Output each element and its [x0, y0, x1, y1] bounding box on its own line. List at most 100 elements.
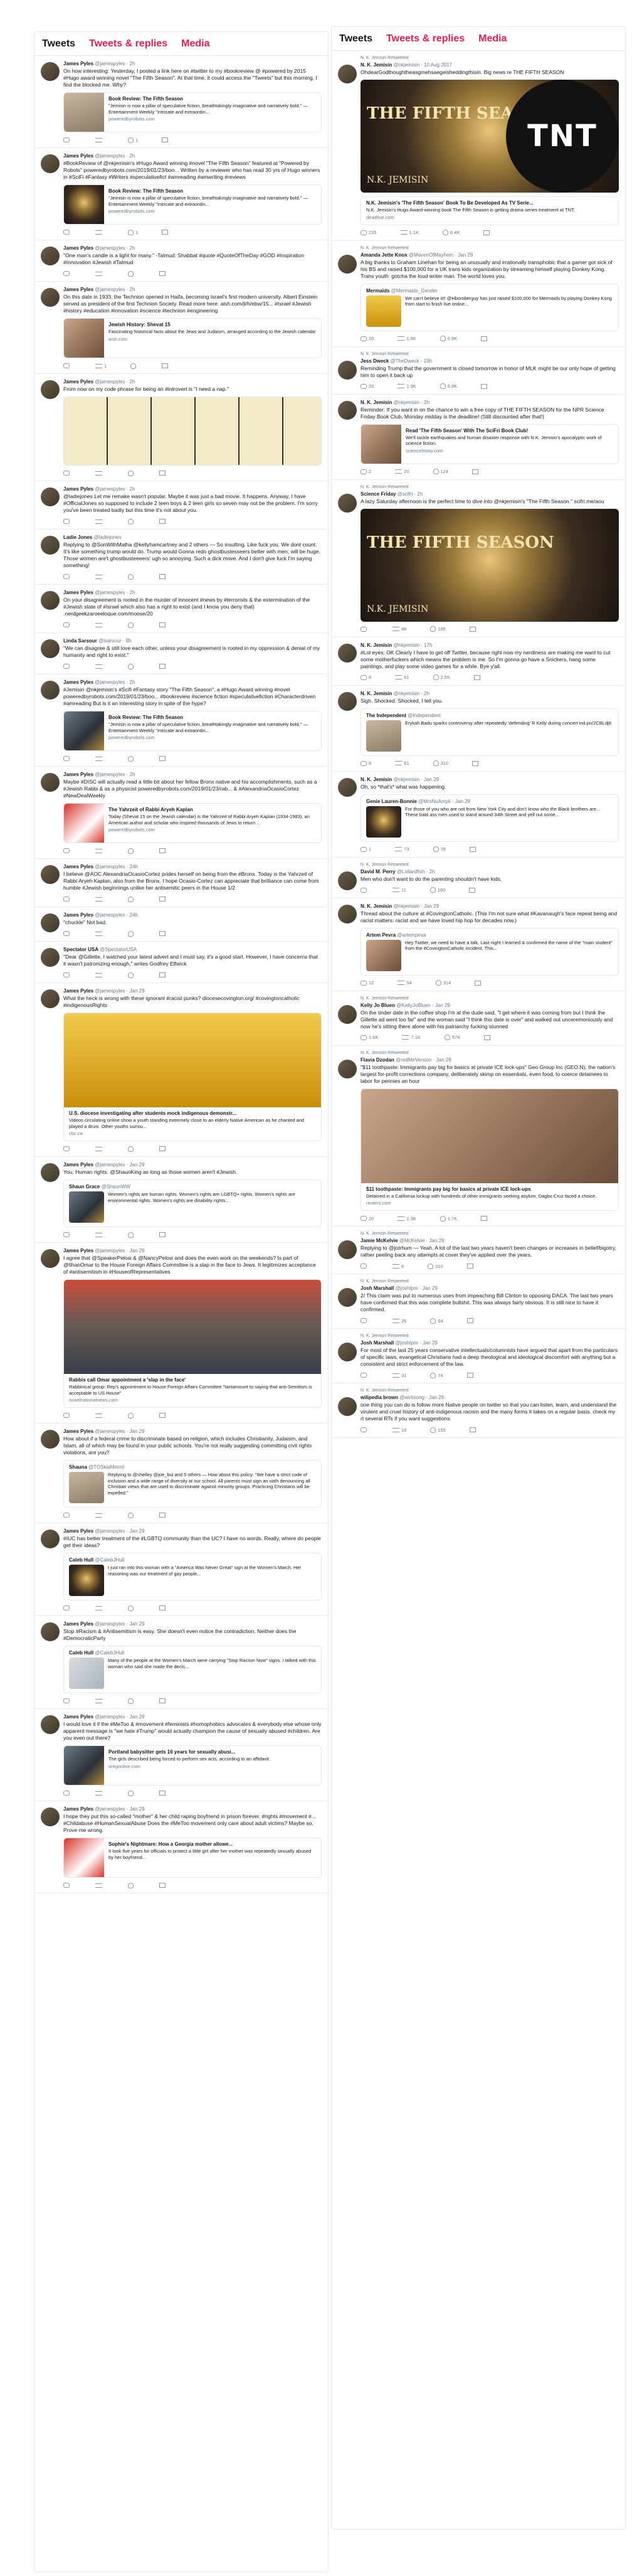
- share-button[interactable]: [159, 471, 167, 476]
- author-handle[interactable]: @nkjemisin · 17h: [393, 642, 432, 648]
- author-name[interactable]: Josh Marshall: [361, 1340, 394, 1346]
- retweet-button[interactable]: [95, 1698, 104, 1703]
- retweet-button[interactable]: 73: [395, 846, 409, 852]
- avatar[interactable]: [41, 380, 60, 399]
- avatar[interactable]: [41, 591, 60, 610]
- reply-button[interactable]: [63, 137, 71, 142]
- like-button[interactable]: 160: [429, 887, 445, 893]
- author-name[interactable]: Linda Sarsour: [63, 638, 97, 644]
- author-handle[interactable]: @jamespyles · Jan 29: [95, 1429, 144, 1434]
- tweet[interactable]: James Pyles @jamespyles · 2h #Jemisin @nk…: [34, 674, 328, 767]
- share-button[interactable]: [469, 1427, 478, 1432]
- author-handle[interactable]: @nkjemisin · 2h: [393, 400, 429, 405]
- author-name[interactable]: James Pyles: [63, 1528, 93, 1534]
- tweet[interactable]: Linda Sarsour @lsarsour · 8h "We can disa…: [34, 633, 328, 674]
- retweet-button[interactable]: 1.9K: [398, 336, 416, 341]
- retweet-button[interactable]: 61: [395, 760, 409, 766]
- share-button[interactable]: [162, 363, 170, 368]
- quoted-tweet[interactable]: The Independent @Independent Erykah Badu …: [361, 708, 619, 756]
- author-handle[interactable]: @nkjemisin · Jan 29: [393, 903, 439, 909]
- share-button[interactable]: [469, 626, 478, 632]
- retweet-button[interactable]: [95, 271, 104, 276]
- tweet[interactable]: N. K. Jemisin @nkjemisin · Jan 29 Thread …: [332, 898, 625, 991]
- retweet-button[interactable]: 61: [395, 674, 409, 680]
- reply-button[interactable]: [63, 931, 71, 936]
- tweet[interactable]: James Pyles @jamespyles · Jan 29 I hope t…: [34, 1801, 328, 1893]
- avatar[interactable]: [41, 865, 60, 884]
- avatar[interactable]: [41, 948, 60, 967]
- author-handle[interactable]: @Lollardfish · 2h: [397, 869, 435, 875]
- author-handle[interactable]: @joshtpm · Jan 29: [396, 1285, 438, 1291]
- avatar[interactable]: [41, 681, 60, 700]
- like-button[interactable]: 64: [430, 1317, 443, 1324]
- author-handle[interactable]: @jamespyles · 2h: [95, 486, 135, 492]
- reply-button[interactable]: [361, 1373, 369, 1378]
- avatar[interactable]: [338, 1004, 357, 1024]
- author-name[interactable]: James Pyles: [63, 1429, 93, 1434]
- share-button[interactable]: [162, 137, 170, 142]
- link-card[interactable]: The Yahrzeit of Rabbi Aryeh Kaplan Today …: [63, 803, 322, 843]
- author-handle[interactable]: @jamespyles · Jan 29: [95, 1621, 144, 1627]
- share-button[interactable]: [159, 931, 167, 936]
- tweet[interactable]: Ladie Jones @ladiejones Replying to @SonW…: [34, 530, 328, 585]
- reply-button[interactable]: 20: [361, 383, 374, 389]
- avatar[interactable]: [41, 154, 60, 173]
- avatar[interactable]: [338, 904, 357, 923]
- reply-button[interactable]: [63, 1791, 71, 1796]
- reply-button[interactable]: [361, 1318, 369, 1323]
- like-button[interactable]: 185: [430, 626, 446, 632]
- avatar[interactable]: [41, 288, 60, 307]
- reply-button[interactable]: [63, 230, 71, 235]
- share-button[interactable]: [159, 1413, 167, 1418]
- share-button[interactable]: [159, 519, 167, 524]
- like-button[interactable]: 2.5K: [433, 674, 450, 680]
- tweet[interactable]: James Pyles @jamespyles · 24h "chuckle" N…: [34, 907, 328, 942]
- like-button[interactable]: [128, 848, 135, 854]
- like-button[interactable]: [128, 1698, 135, 1704]
- tweet[interactable]: James Pyles @jamespyles · 24h I believe @…: [34, 859, 328, 907]
- share-button[interactable]: [466, 1318, 475, 1323]
- author-handle[interactable]: @jamespyles · 2h: [95, 679, 135, 685]
- retweet-button[interactable]: [95, 574, 104, 579]
- avatar[interactable]: [338, 1240, 357, 1259]
- avatar[interactable]: [41, 1430, 60, 1449]
- like-button[interactable]: 6.8K: [440, 336, 457, 341]
- author-name[interactable]: James Pyles: [63, 1806, 93, 1812]
- author-name[interactable]: James Pyles: [63, 679, 93, 685]
- retweet-button[interactable]: 19: [392, 1427, 406, 1433]
- share-button[interactable]: [472, 760, 480, 766]
- reply-button[interactable]: [63, 664, 71, 669]
- retweet-button[interactable]: [95, 972, 104, 977]
- reply-button[interactable]: 8: [361, 674, 371, 680]
- like-button[interactable]: [128, 1232, 135, 1238]
- avatar[interactable]: [41, 1715, 60, 1734]
- author-handle[interactable]: @scifri · 2h: [398, 491, 423, 497]
- tweet[interactable]: N. K. Jemisin Retweeted Jess Dweck @TheDw…: [332, 347, 625, 395]
- avatar[interactable]: [338, 643, 357, 663]
- tweet[interactable]: N. K. Jemisin @nkjemisin · 17h #Lol eyes:…: [332, 637, 625, 686]
- large-link-card[interactable]: U.S. diocese investigating after student…: [63, 1013, 322, 1141]
- like-button[interactable]: [128, 1412, 135, 1418]
- reply-button[interactable]: [361, 1427, 369, 1432]
- tweet[interactable]: N. K. Jemisin Retweeted Flavia Dzodan @re…: [332, 1046, 625, 1227]
- like-button[interactable]: 1: [128, 137, 138, 143]
- tweet[interactable]: James Pyles @jamespyles · Jan 29 #IUC has…: [34, 1523, 328, 1616]
- like-button[interactable]: [128, 1512, 135, 1518]
- share-button[interactable]: [159, 271, 167, 276]
- reply-button[interactable]: [63, 1883, 71, 1888]
- like-button[interactable]: [128, 518, 135, 524]
- author-handle[interactable]: @ladiejones: [93, 535, 121, 540]
- author-handle[interactable]: @redMeVersion · Jan 29: [396, 1057, 451, 1063]
- link-card[interactable]: Book Review: The Fifth Season "Jemisin is…: [63, 92, 322, 132]
- retweet-button[interactable]: 8: [392, 1264, 404, 1269]
- large-link-card[interactable]: N.K. Jemisin's 'The Fifth Season' Book T…: [361, 196, 619, 225]
- retweet-button[interactable]: 7.1K: [402, 1035, 421, 1040]
- author-handle[interactable]: @jamespyles · Jan 29: [95, 1806, 144, 1812]
- author-name[interactable]: James Pyles: [63, 61, 93, 67]
- tweet[interactable]: N. K. Jemisin Retweeted wilipedia brown @…: [332, 1383, 625, 1438]
- retweet-button[interactable]: [95, 230, 104, 235]
- like-button[interactable]: 78: [433, 846, 446, 852]
- author-handle[interactable]: @jamespyles · 2h: [95, 61, 135, 67]
- retweet-button[interactable]: [95, 1513, 104, 1518]
- retweet-button[interactable]: [95, 1791, 104, 1796]
